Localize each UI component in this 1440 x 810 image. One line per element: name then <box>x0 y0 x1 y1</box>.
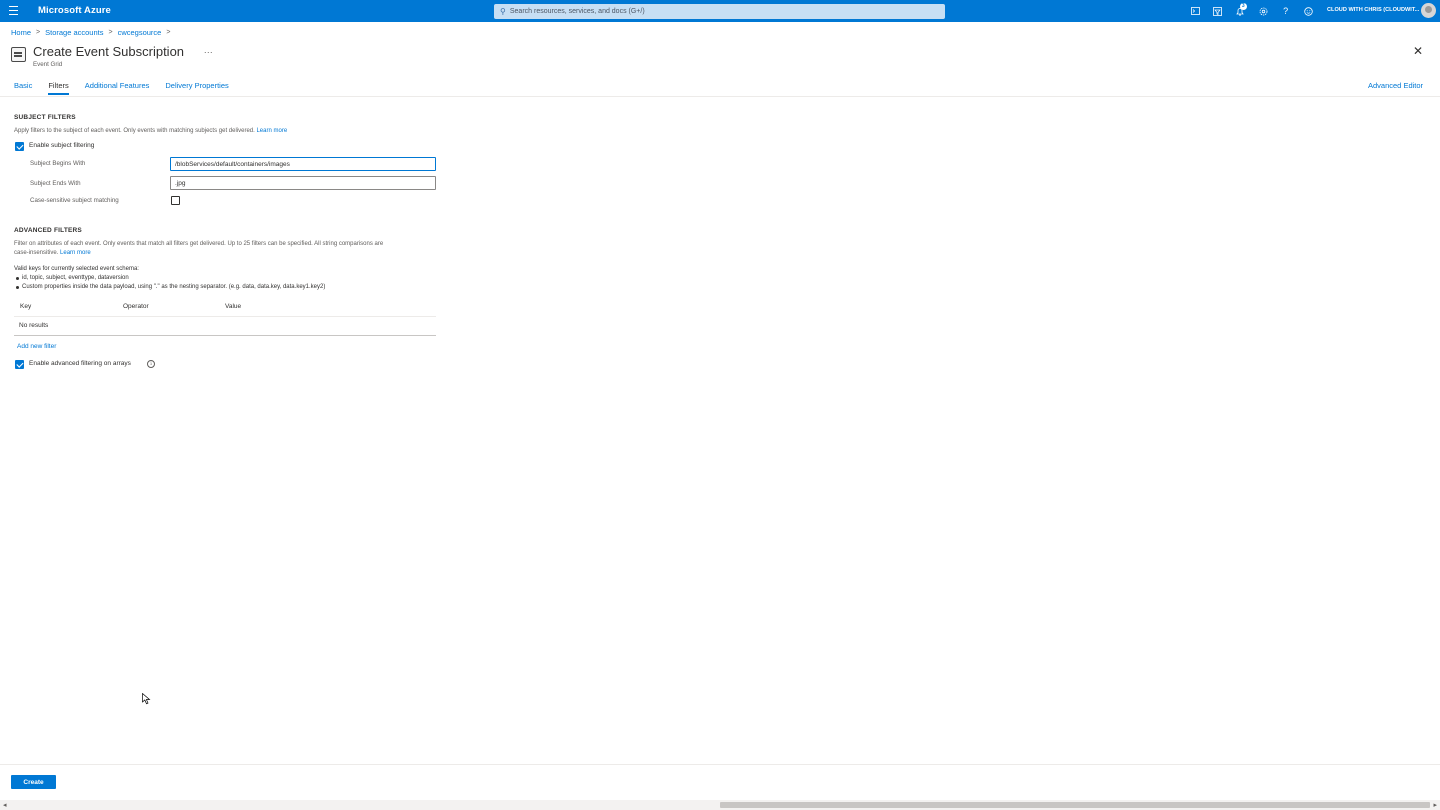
table-row: No results <box>14 317 436 336</box>
tab-bar: Basic Filters Additional Features Delive… <box>14 81 245 95</box>
more-options-button[interactable]: ... <box>204 45 213 55</box>
subject-filters-description: Apply filters to the subject of each eve… <box>14 127 287 136</box>
subject-filters-heading: SUBJECT FILTERS <box>14 114 76 121</box>
column-header-key: Key <box>20 303 32 310</box>
tab-divider <box>0 96 1440 97</box>
enable-array-filtering-checkbox[interactable] <box>15 360 24 369</box>
enable-subject-filtering-label: Enable subject filtering <box>29 142 95 149</box>
scrollbar-thumb[interactable] <box>720 802 1430 808</box>
event-grid-icon <box>11 47 26 62</box>
hamburger-menu-icon[interactable] <box>9 6 18 15</box>
notification-badge: 3 <box>1239 3 1247 10</box>
advanced-filters-learn-more-link[interactable]: Learn more <box>60 250 91 256</box>
global-search-input[interactable]: ⚲ Search resources, services, and docs (… <box>494 4 945 19</box>
advanced-filters-heading: ADVANCED FILTERS <box>14 227 82 234</box>
subject-filters-learn-more-link[interactable]: Learn more <box>256 128 287 134</box>
search-placeholder: Search resources, services, and docs (G+… <box>509 8 645 15</box>
advanced-filters-description-line1: Filter on attributes of each event. Only… <box>14 241 384 247</box>
advanced-filters-description-line2: case-insensitive. Learn more <box>14 249 444 258</box>
no-results-text: No results <box>19 322 49 329</box>
breadcrumb: Home > Storage accounts > cwcegsource > <box>11 28 175 37</box>
top-bar: Microsoft Azure ⚲ Search resources, serv… <box>0 0 1440 22</box>
account-name[interactable]: CLOUD WITH CHRIS (CLOUDWIT... <box>1327 7 1419 13</box>
page-title: Create Event Subscription <box>33 44 185 59</box>
table-header: Key Operator Value <box>14 300 436 317</box>
create-button[interactable]: Create <box>11 775 56 789</box>
feedback-icon[interactable] <box>1297 4 1320 18</box>
valid-keys-heading: Valid keys for currently selected event … <box>14 266 139 272</box>
breadcrumb-separator-icon: > <box>36 29 41 36</box>
advanced-filters-description-text: case-insensitive. <box>14 250 59 256</box>
tab-basic[interactable]: Basic <box>14 81 32 90</box>
scroll-right-icon[interactable]: ▸ <box>1433 801 1437 809</box>
case-sensitive-label: Case-sensitive subject matching <box>30 197 119 204</box>
close-icon[interactable]: ✕ <box>1413 44 1423 58</box>
help-icon[interactable]: ? <box>1274 4 1297 18</box>
enable-subject-filtering-checkbox[interactable] <box>15 142 24 151</box>
breadcrumb-home[interactable]: Home <box>11 28 31 37</box>
advanced-filters-description: Filter on attributes of each event. Only… <box>14 240 444 258</box>
avatar[interactable] <box>1421 3 1436 18</box>
subject-ends-with-input[interactable]: .jpg <box>170 176 436 190</box>
scroll-left-icon[interactable]: ◂ <box>3 801 7 809</box>
horizontal-scrollbar[interactable]: ◂ ▸ <box>0 800 1440 810</box>
enable-array-filtering-label: Enable advanced filtering on arrays <box>29 360 131 367</box>
advanced-editor-link[interactable]: Advanced Editor <box>1368 81 1423 90</box>
list-item: Custom properties inside the data payloa… <box>14 283 325 292</box>
page-subtitle: Event Grid <box>33 61 63 68</box>
tab-filters[interactable]: Filters <box>48 81 70 95</box>
portal-brand[interactable]: Microsoft Azure <box>38 5 111 16</box>
subject-ends-with-label: Subject Ends With <box>30 180 81 187</box>
breadcrumb-separator-icon: > <box>166 29 171 36</box>
mouse-pointer-icon <box>142 693 151 705</box>
breadcrumb-separator-icon: > <box>108 29 113 36</box>
directory-filter-icon[interactable] <box>1207 4 1230 18</box>
column-header-value: Value <box>225 303 242 310</box>
footer-divider <box>0 764 1440 765</box>
bell-icon[interactable]: 3 <box>1229 3 1252 18</box>
breadcrumb-storage-accounts[interactable]: Storage accounts <box>45 28 103 37</box>
breadcrumb-storage-account[interactable]: cwcegsource <box>118 28 162 37</box>
list-item: id, topic, subject, eventtype, dataversi… <box>14 274 325 283</box>
tab-delivery-properties[interactable]: Delivery Properties <box>165 81 228 90</box>
advanced-filters-table: Key Operator Value No results <box>14 300 436 336</box>
case-sensitive-checkbox[interactable] <box>171 196 180 205</box>
subject-begins-with-label: Subject Begins With <box>30 160 86 167</box>
subject-filters-description-text: Apply filters to the subject of each eve… <box>14 128 255 134</box>
search-icon: ⚲ <box>500 7 506 16</box>
subject-begins-with-input[interactable]: /blobServices/default/containers/images <box>170 157 436 171</box>
tab-additional-features[interactable]: Additional Features <box>85 81 150 90</box>
add-new-filter-link[interactable]: Add new filter <box>17 343 56 350</box>
valid-keys-block: Valid keys for currently selected event … <box>14 265 325 292</box>
terminal-icon[interactable] <box>1184 4 1207 18</box>
gear-icon[interactable] <box>1252 4 1275 18</box>
column-header-operator: Operator <box>123 303 149 310</box>
info-icon[interactable]: i <box>147 360 155 368</box>
topbar-icons: 3 ? <box>1184 3 1320 18</box>
valid-keys-list: id, topic, subject, eventtype, dataversi… <box>14 274 325 292</box>
